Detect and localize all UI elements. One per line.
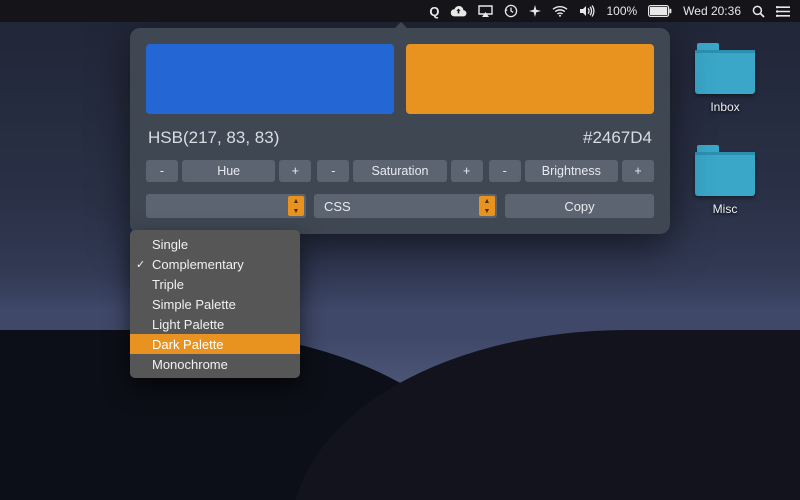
popover-arrow — [393, 22, 409, 30]
palette-type-dropdown[interactable]: Single ✓ Complementary Triple Simple Palette… — [130, 230, 300, 378]
battery-percentage: 100% — [606, 0, 637, 22]
format-select[interactable]: CSS ▲▼ — [314, 194, 497, 218]
folder-label: Inbox — [690, 100, 760, 114]
copy-button[interactable]: Copy — [505, 194, 654, 218]
palette-option[interactable]: Dark Palette — [130, 334, 300, 354]
palette-option[interactable]: Single — [130, 234, 300, 254]
palette-option-label: Dark Palette — [152, 337, 224, 352]
brightness-label-button[interactable]: Brightness — [525, 160, 618, 182]
menubar-clock[interactable]: Wed 20:36 — [683, 0, 741, 22]
palette-option-label: Single — [152, 237, 188, 252]
airplay-icon[interactable] — [478, 0, 493, 22]
palette-option[interactable]: Monochrome — [130, 354, 300, 374]
saturation-plus-button[interactable]: + — [451, 160, 483, 182]
time-machine-icon[interactable] — [504, 0, 518, 22]
brightness-minus-button[interactable]: - — [489, 160, 521, 182]
cloud-upload-icon[interactable] — [450, 0, 467, 22]
palette-option[interactable]: Triple — [130, 274, 300, 294]
check-icon: ✓ — [136, 258, 145, 271]
spotlight-icon[interactable] — [752, 0, 765, 22]
palette-option[interactable]: ✓ Complementary — [130, 254, 300, 274]
brightness-adjuster: - Brightness + — [489, 160, 654, 182]
palette-option-label: Simple Palette — [152, 297, 236, 312]
brightness-plus-button[interactable]: + — [622, 160, 654, 182]
menubar: Q 100% Wed 20:36 — [0, 0, 800, 22]
primary-color-swatch[interactable] — [146, 44, 394, 114]
palette-option-label: Complementary — [152, 257, 244, 272]
hue-adjuster: - Hue + — [146, 160, 311, 182]
palette-option-label: Light Palette — [152, 317, 224, 332]
palette-type-select[interactable]: ▲▼ — [146, 194, 306, 218]
palette-option[interactable]: Light Palette — [130, 314, 300, 334]
volume-icon[interactable] — [579, 0, 595, 22]
palette-option-label: Triple — [152, 277, 184, 292]
desktop-folder-misc[interactable]: Misc — [690, 152, 760, 216]
color-picker-popover: HSB(217, 83, 83) #2467D4 - Hue + - Satur… — [130, 28, 670, 234]
format-select-value: CSS — [324, 199, 351, 214]
palette-option[interactable]: Simple Palette — [130, 294, 300, 314]
hsb-readout: HSB(217, 83, 83) — [148, 128, 279, 148]
stepper-icon: ▲▼ — [479, 196, 495, 216]
saturation-label-button[interactable]: Saturation — [353, 160, 446, 182]
folder-label: Misc — [690, 202, 760, 216]
folder-icon — [695, 152, 755, 196]
hex-readout: #2467D4 — [583, 128, 652, 148]
wifi-icon[interactable] — [552, 0, 568, 22]
hue-plus-button[interactable]: + — [279, 160, 311, 182]
stepper-icon: ▲▼ — [288, 196, 304, 216]
menubar-app-icon[interactable]: Q — [429, 0, 439, 22]
saturation-minus-button[interactable]: - — [317, 160, 349, 182]
palette-option-label: Monochrome — [152, 357, 228, 372]
folder-icon — [695, 50, 755, 94]
app-status-icon[interactable] — [529, 0, 541, 22]
hue-minus-button[interactable]: - — [146, 160, 178, 182]
hue-label-button[interactable]: Hue — [182, 160, 275, 182]
desktop-folder-inbox[interactable]: Inbox — [690, 50, 760, 114]
saturation-adjuster: - Saturation + — [317, 160, 482, 182]
battery-icon[interactable] — [648, 0, 672, 22]
secondary-color-swatch[interactable] — [406, 44, 654, 114]
notification-center-icon[interactable] — [776, 0, 790, 22]
